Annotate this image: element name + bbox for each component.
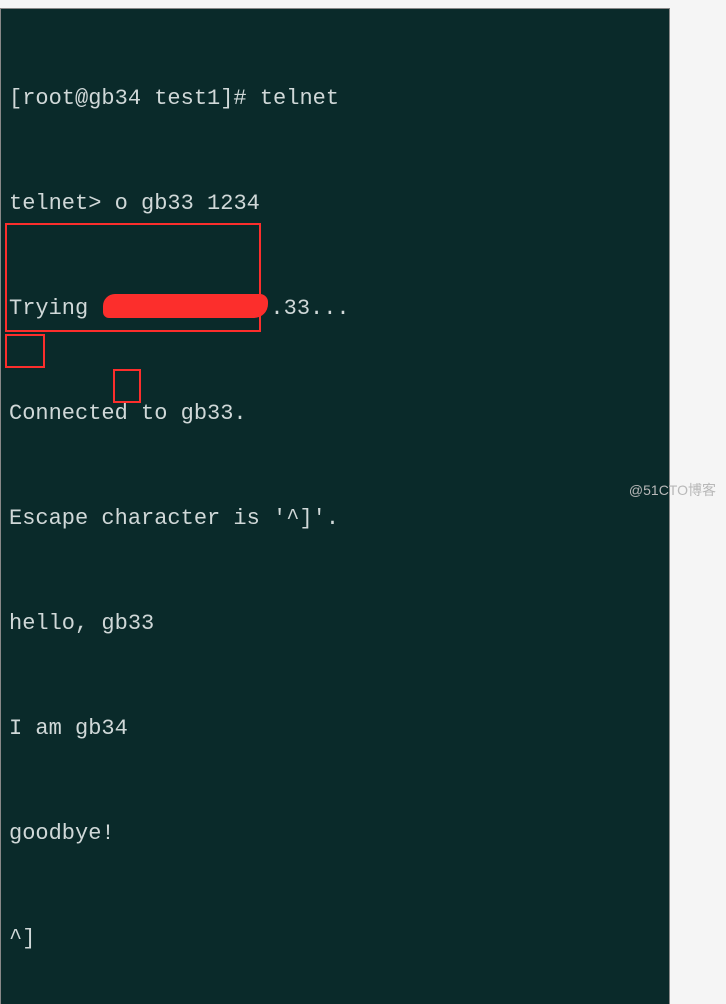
shell-prompt: [root@gb34 test1]# xyxy=(9,86,260,111)
user-input-text: I am gb34 xyxy=(9,716,128,741)
terminal-line: ^] xyxy=(9,921,661,956)
watermark-text: @51CTO博客 xyxy=(629,480,716,500)
terminal-line: Escape character is '^]'. xyxy=(9,501,661,536)
terminal-line: I am gb34 xyxy=(9,711,661,746)
user-input-text: hello, gb33 xyxy=(9,611,154,636)
output-text: .33... xyxy=(270,296,349,321)
terminal-content[interactable]: [root@gb34 test1]# telnet telnet> o gb33… xyxy=(1,9,669,1004)
terminal-window[interactable]: [root@gb34 test1]# telnet telnet> o gb33… xyxy=(0,8,670,1004)
output-text: Escape character is '^]'. xyxy=(9,506,339,531)
output-text: Trying xyxy=(9,296,101,321)
telnet-prompt: telnet> xyxy=(9,191,115,216)
terminal-line: Trying .33... xyxy=(9,291,661,326)
command-text: o gb33 1234 xyxy=(115,191,260,216)
terminal-line: goodbye! xyxy=(9,816,661,851)
terminal-line: [root@gb34 test1]# telnet xyxy=(9,81,661,116)
redacted-ip xyxy=(103,294,268,318)
terminal-line: hello, gb33 xyxy=(9,606,661,641)
user-input-text: goodbye! xyxy=(9,821,115,846)
highlight-box-escape xyxy=(5,334,45,368)
output-text: Connected to gb33. xyxy=(9,401,247,426)
terminal-line: telnet> o gb33 1234 xyxy=(9,186,661,221)
escape-sequence: ^] xyxy=(9,926,35,951)
terminal-line: Connected to gb33. xyxy=(9,396,661,431)
command-text: telnet xyxy=(260,86,339,111)
